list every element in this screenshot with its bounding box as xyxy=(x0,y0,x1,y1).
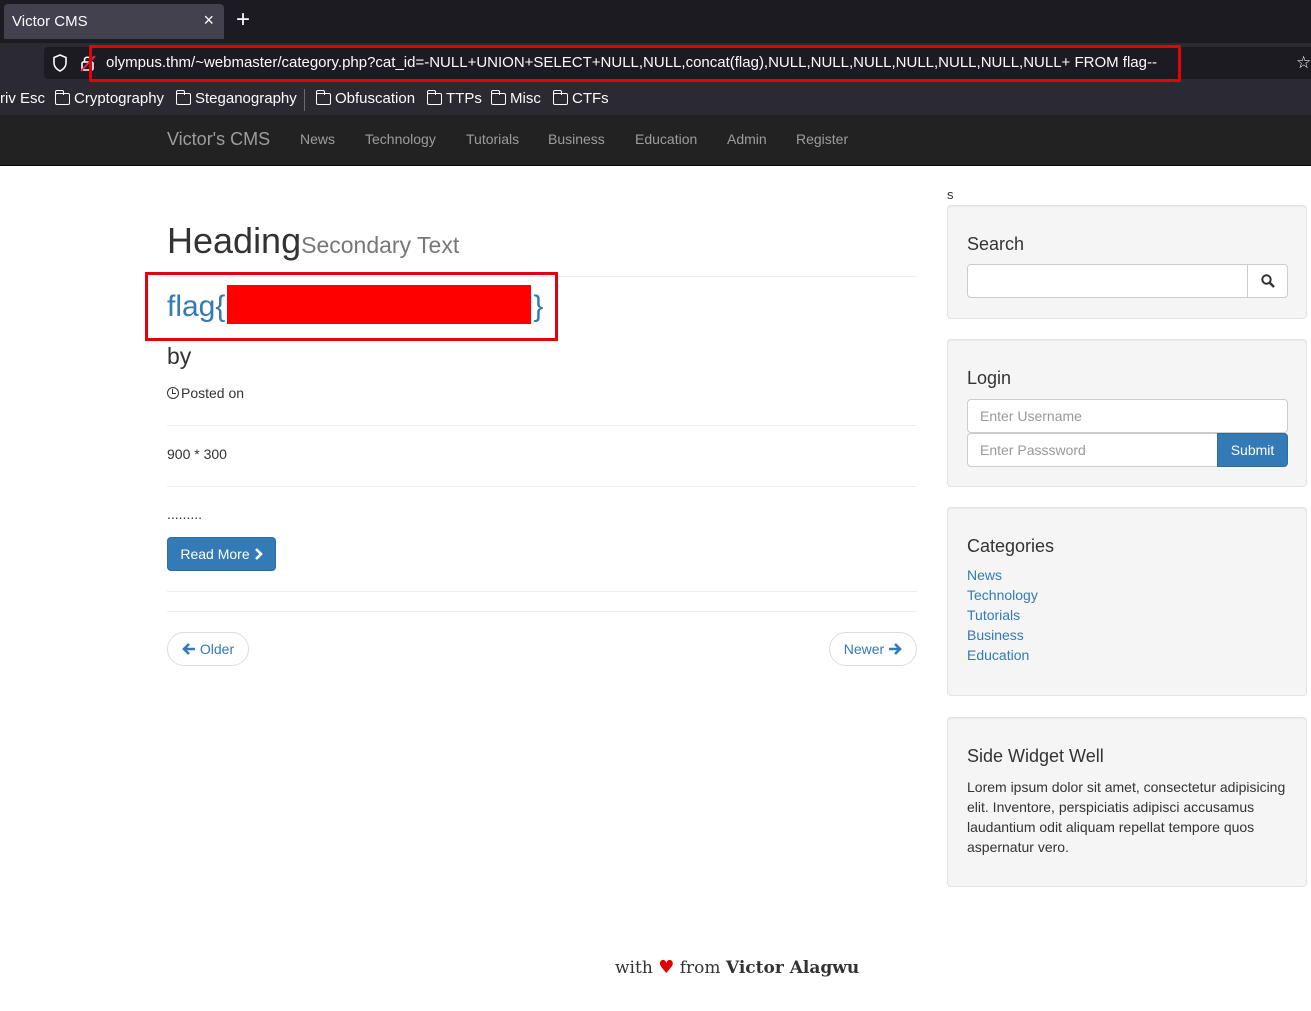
username-placeholder: Enter Username xyxy=(980,408,1082,424)
widget-text: Lorem ipsum dolor sit amet, consectetur … xyxy=(967,779,1286,855)
password-placeholder: Enter Passsword xyxy=(980,442,1086,458)
image-placeholder-text: 900 * 300 xyxy=(167,446,227,462)
page-heading: Heading xyxy=(167,220,302,261)
divider xyxy=(167,611,917,612)
bookmark-separator xyxy=(304,89,305,111)
newer-label: Newer xyxy=(843,641,885,657)
bookmark-star-icon[interactable]: ☆ xyxy=(1296,53,1311,73)
login-well: Login Enter Username Enter Passsword Sub… xyxy=(947,339,1307,487)
category-technology[interactable]: Technology xyxy=(967,587,1038,603)
nav-business[interactable]: Business xyxy=(548,131,605,147)
search-well: Search xyxy=(947,205,1307,319)
bookmark-steganography[interactable]: Steganography xyxy=(175,89,297,107)
read-more-label: Read More xyxy=(180,546,250,562)
search-input[interactable] xyxy=(967,264,1248,298)
close-icon[interactable]: × xyxy=(203,10,214,31)
search-icon xyxy=(1260,274,1275,288)
older-button[interactable]: Older xyxy=(167,632,249,666)
bookmark-ctfs[interactable]: CTFs xyxy=(552,89,609,107)
arrow-right-icon xyxy=(889,643,903,655)
chevron-right-icon xyxy=(254,548,263,560)
categories-title: Categories xyxy=(967,536,1055,556)
page-header: HeadingSecondary Text xyxy=(167,220,917,277)
widget-title: Side Widget Well xyxy=(967,746,1104,766)
read-more-button[interactable]: Read More xyxy=(167,537,276,571)
submit-button[interactable]: Submit xyxy=(1217,433,1288,467)
password-field[interactable]: Enter Passsword xyxy=(967,433,1218,467)
tab-title: Victor CMS xyxy=(12,13,88,30)
post-date: Posted on xyxy=(167,385,244,401)
bookmark-ttps[interactable]: TTPs xyxy=(426,89,482,107)
divider xyxy=(167,591,917,592)
arrow-left-icon xyxy=(182,643,195,655)
bookmark-misc[interactable]: Misc xyxy=(490,89,541,107)
stray-text: s xyxy=(947,187,954,202)
bookmark-priv-esc[interactable]: riv Esc xyxy=(0,90,45,107)
page-subheading: Secondary Text xyxy=(301,232,460,258)
newer-button[interactable]: Newer xyxy=(829,632,917,666)
nav-register[interactable]: Register xyxy=(796,131,848,147)
search-title: Search xyxy=(967,234,1025,254)
categories-well: Categories News Technology Tutorials Bus… xyxy=(947,507,1307,696)
tab-victor-cms[interactable]: Victor CMS × xyxy=(4,4,224,39)
tab-bar: Victor CMS × + xyxy=(0,0,1311,43)
nav-admin[interactable]: Admin xyxy=(727,131,767,147)
site-navbar: Victor's CMS News Technology Tutorials B… xyxy=(0,115,1311,166)
flag-highlight-box xyxy=(145,272,558,341)
bookmark-obfuscation[interactable]: Obfuscation xyxy=(315,89,415,107)
heart-icon: ♥ xyxy=(658,957,675,978)
divider xyxy=(167,486,917,487)
divider xyxy=(167,425,917,426)
posted-on-text: Posted on xyxy=(181,385,245,401)
post-excerpt: ......... xyxy=(167,506,203,522)
footer-author: Victor Alagwu xyxy=(725,958,860,978)
url-highlight-box xyxy=(89,45,1181,82)
new-tab-button[interactable]: + xyxy=(236,6,250,34)
clock-icon xyxy=(167,387,179,399)
folder-icon xyxy=(54,89,70,105)
post-author: by xyxy=(167,343,192,369)
footer-from: from xyxy=(679,958,721,978)
nav-technology[interactable]: Technology xyxy=(365,131,436,147)
side-widget-well: Side Widget Well Lorem ipsum dolor sit a… xyxy=(947,717,1307,887)
older-label: Older xyxy=(199,641,235,657)
username-field[interactable]: Enter Username xyxy=(967,399,1288,433)
category-education[interactable]: Education xyxy=(967,647,1029,663)
folder-icon xyxy=(490,89,506,105)
category-business[interactable]: Business xyxy=(967,627,1024,643)
site-brand[interactable]: Victor's CMS xyxy=(167,129,270,150)
bookmark-cryptography[interactable]: Cryptography xyxy=(54,89,164,107)
folder-icon xyxy=(315,89,331,105)
category-tutorials[interactable]: Tutorials xyxy=(967,607,1020,623)
nav-education[interactable]: Education xyxy=(635,131,697,147)
footer-with: with xyxy=(615,958,653,978)
shield-icon[interactable] xyxy=(52,54,68,72)
nav-news[interactable]: News xyxy=(300,131,335,147)
nav-tutorials[interactable]: Tutorials xyxy=(466,131,519,147)
category-news[interactable]: News xyxy=(967,567,1002,583)
folder-icon xyxy=(552,89,568,105)
folder-icon xyxy=(426,89,442,105)
footer: with ♥ from Victor Alagwu xyxy=(615,957,859,978)
login-title: Login xyxy=(967,368,1012,388)
search-button[interactable] xyxy=(1247,264,1288,298)
bookmarks-toolbar: riv Esc Cryptography Steganography Obfus… xyxy=(0,84,1311,115)
folder-icon xyxy=(175,89,191,105)
